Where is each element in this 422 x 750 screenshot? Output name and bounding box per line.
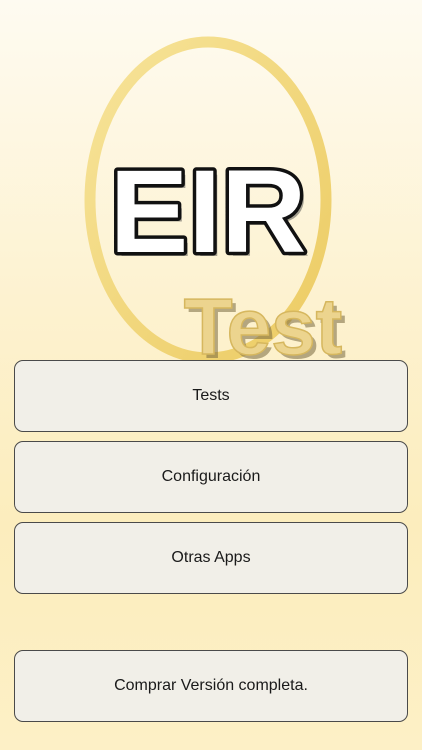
tests-button-label: Tests	[192, 387, 230, 404]
eir-test-logo: EIR EIR Test Test	[84, 36, 346, 370]
tests-button[interactable]: Tests	[14, 360, 408, 432]
otras-apps-button[interactable]: Otras Apps	[14, 522, 408, 594]
otras-apps-button-label: Otras Apps	[171, 549, 251, 566]
configuracion-button[interactable]: Configuración	[14, 441, 408, 513]
comprar-version-button[interactable]: Comprar Versión completa.	[14, 650, 408, 722]
logo-title: EIR	[110, 146, 307, 278]
comprar-version-button-label: Comprar Versión completa.	[114, 677, 308, 694]
logo-subtitle: Test	[184, 282, 343, 370]
configuracion-button-label: Configuración	[161, 468, 261, 485]
